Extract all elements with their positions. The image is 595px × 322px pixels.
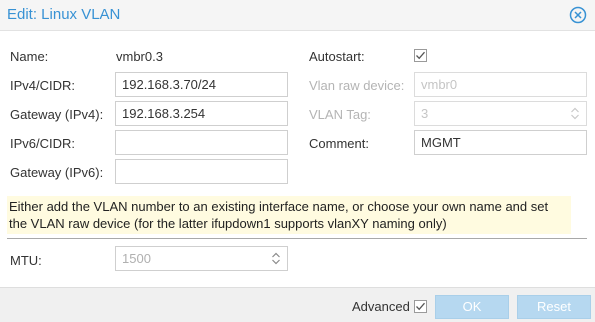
ipv6-input[interactable] [115,130,288,155]
gateway-ipv6-input[interactable] [115,159,288,184]
advanced-label: Advanced [352,299,410,314]
ipv4-input[interactable]: 192.168.3.70/24 [115,72,288,97]
name-label: Name: [10,49,49,64]
dialog-title: Edit: Linux VLAN [7,6,121,23]
vlan-raw-device-label: Vlan raw device: [309,78,405,93]
name-value: vmbr0.3 [116,49,163,64]
ok-button[interactable]: OK [435,295,509,319]
spinner-arrows-icon[interactable] [271,251,281,266]
ipv4-label: IPv4/CIDR: [10,78,76,93]
gateway-ipv4-label: Gateway (IPv4): [10,107,104,122]
advanced-checkbox[interactable] [414,300,427,313]
gateway-ipv6-label: Gateway (IPv6): [10,165,104,180]
spinner-arrows-icon[interactable] [570,106,580,121]
comment-label: Comment: [309,136,369,151]
vlan-raw-device-input[interactable]: vmbr0 [414,72,587,97]
close-icon[interactable] [569,6,587,24]
autostart-label: Autostart: [309,49,365,64]
mtu-spinner[interactable]: 1500 [115,246,288,271]
mtu-label: MTU: [10,253,42,268]
dialog-titlebar: Edit: Linux VLAN [0,0,595,31]
section-divider [7,238,587,239]
reset-button[interactable]: Reset [517,295,591,319]
vlan-tag-value: 3 [421,106,429,121]
dialog-footer: Advanced OK Reset [0,287,595,322]
ipv6-label: IPv6/CIDR: [10,136,76,151]
vlan-tag-spinner[interactable]: 3 [414,101,587,126]
autostart-checkbox[interactable] [414,49,427,62]
comment-input[interactable]: MGMT [414,130,587,155]
vlan-naming-notice: Either add the VLAN number to an existin… [7,196,571,234]
gateway-ipv4-input[interactable]: 192.168.3.254 [115,101,288,126]
edit-linux-vlan-dialog: Edit: Linux VLAN Name: vmbr0.3 IPv4/CIDR… [0,0,595,322]
mtu-placeholder: 1500 [122,251,151,266]
vlan-tag-label: VLAN Tag: [309,107,371,122]
